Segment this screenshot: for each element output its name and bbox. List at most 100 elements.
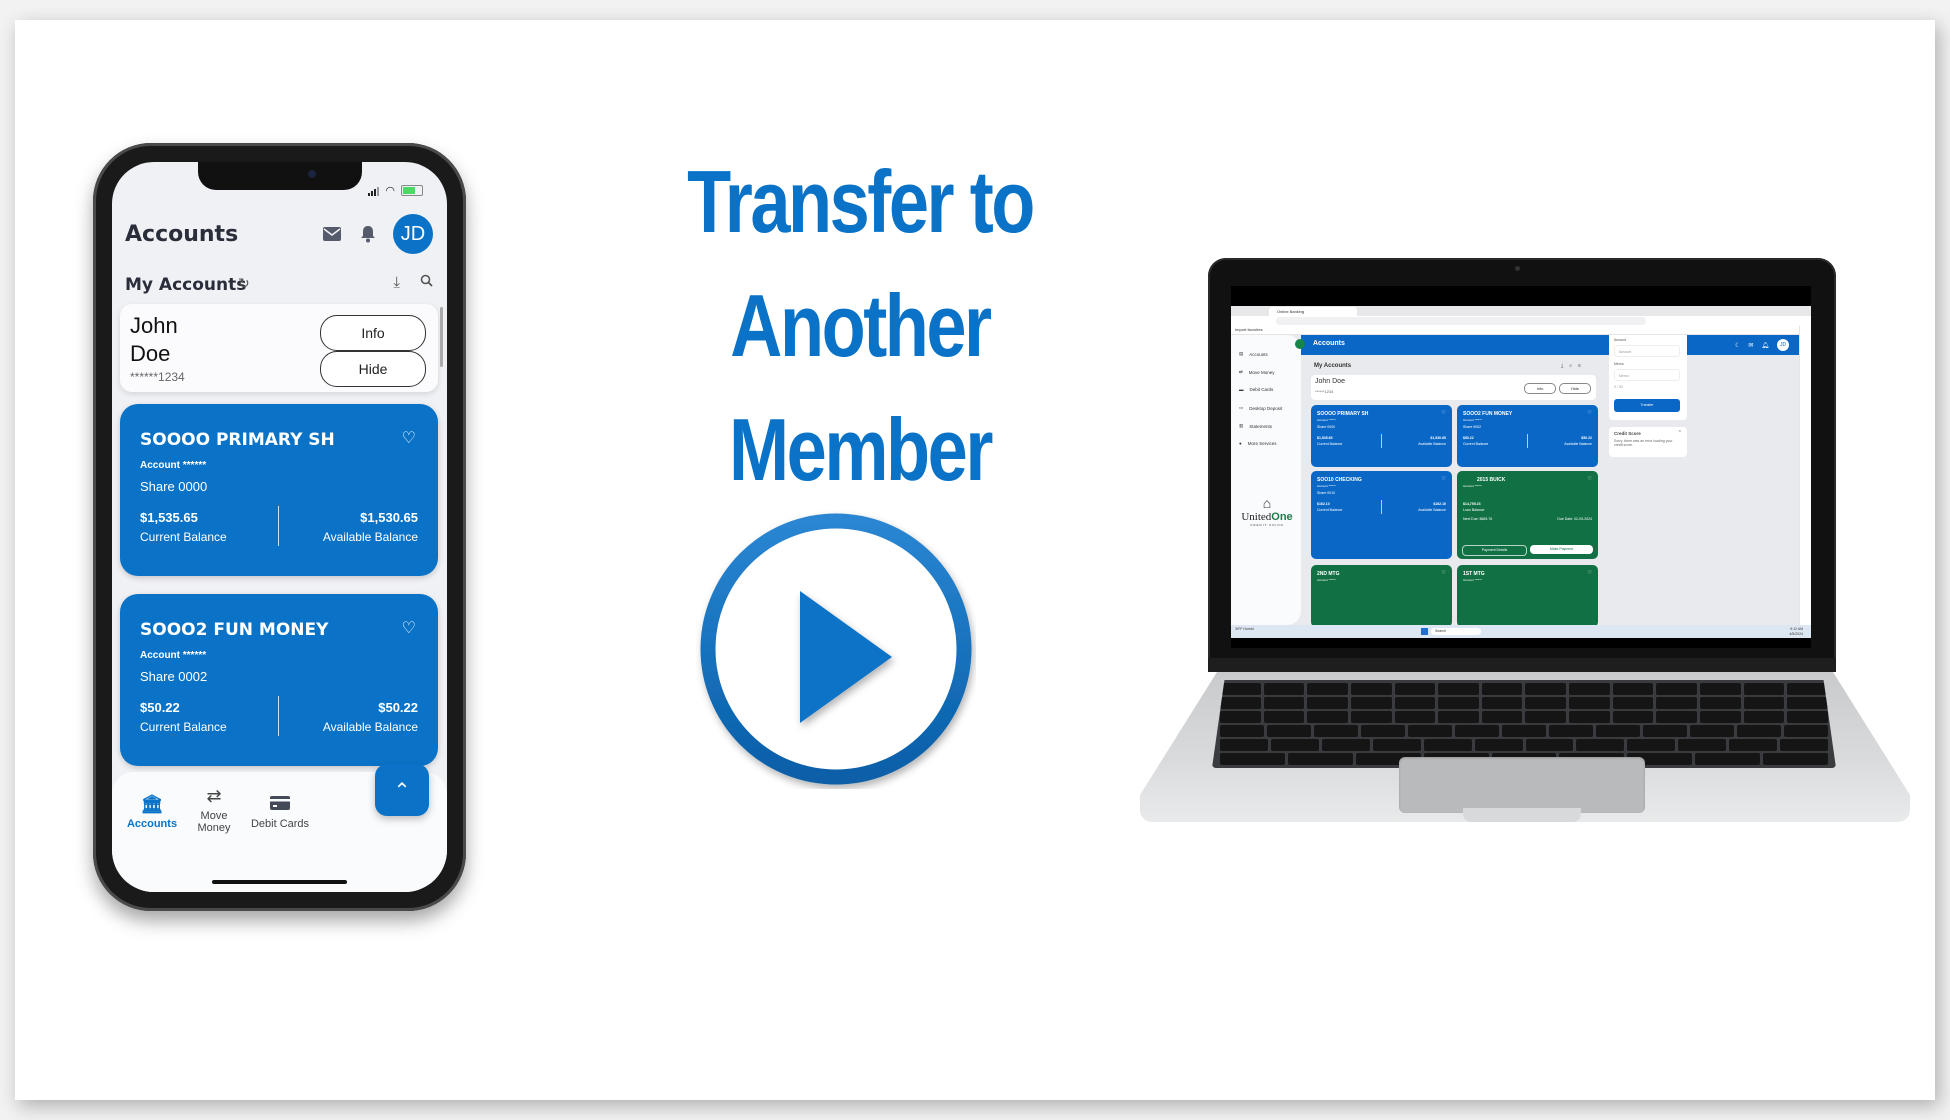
key <box>1787 697 1828 709</box>
loan-card[interactable]: 1ST MTG ♡ Account ****** <box>1457 565 1598 627</box>
bell-icon[interactable]: 🔔︎ <box>1761 342 1769 349</box>
sidebar: ▤ Accounts ⇄ Move Money ▬ Debit Cards ▭ Desk… <box>1231 335 1301 625</box>
favorites-bar[interactable]: Import favorites <box>1231 326 1811 335</box>
key <box>1263 683 1305 695</box>
key <box>1481 697 1523 709</box>
header-title: Accounts <box>1313 340 1345 347</box>
avatar[interactable]: JD <box>1777 339 1789 351</box>
share-label: Share 0000 <box>140 479 208 494</box>
sidebar-item-accounts[interactable]: ▤ Accounts <box>1239 351 1268 357</box>
phone-notch <box>198 162 362 190</box>
memo-input[interactable]: Memo <box>1614 369 1680 381</box>
hide-button[interactable]: Hide <box>320 351 426 387</box>
heart-icon[interactable]: ♡ <box>1588 476 1592 482</box>
key <box>1525 683 1567 695</box>
webcam <box>1515 266 1520 271</box>
transfer-panel: Amount Amount Memo Memo 0 / 30 Transfer <box>1609 335 1687 420</box>
key <box>1549 725 1593 737</box>
account-card[interactable]: SOOOO PRIMARY SH ♡ Account ****** Share 0… <box>1311 405 1452 467</box>
key <box>1220 725 1264 737</box>
browser-tab[interactable]: Online Banking <box>1269 307 1357 316</box>
account-card[interactable]: SOOO2 FUN MONEY ♡ Account ****** Share 0… <box>120 594 438 766</box>
collapse-sidebar-button[interactable] <box>1295 339 1305 349</box>
key <box>1525 711 1567 723</box>
heart-icon[interactable]: ♡ <box>1442 570 1446 576</box>
taskbar-search[interactable]: Search <box>1431 628 1481 635</box>
logo-subtitle: CREDIT UNION <box>1250 523 1284 527</box>
play-button[interactable] <box>696 509 976 789</box>
expand-button[interactable]: ⌃ <box>375 764 429 816</box>
sidebar-item-debit-cards[interactable]: ▬ Debit Cards <box>1239 387 1273 392</box>
tab-debit-cards[interactable]: Debit Cards <box>240 794 320 830</box>
current-balance-label: Current Balance <box>140 530 227 544</box>
available-balance: $1,530.65 <box>360 510 418 525</box>
sidebar-item-more-services[interactable]: ● More Services <box>1239 441 1276 446</box>
search-icon[interactable] <box>420 274 433 291</box>
heart-icon[interactable]: ♡ <box>1588 570 1592 576</box>
member-name: John Doe <box>130 312 190 368</box>
loan-balance: $14,759.23 <box>1463 502 1481 506</box>
heart-icon[interactable]: ♡ <box>402 428 416 448</box>
account-card[interactable]: SOO10 CHECKING ♡ Account ****** Share 001… <box>1311 471 1452 559</box>
menu-icon[interactable]: ≡ <box>1578 363 1581 369</box>
play-icon <box>700 513 972 785</box>
tab-label: Accounts <box>126 818 178 830</box>
heart-icon[interactable]: ♡ <box>402 618 416 638</box>
key <box>1743 683 1785 695</box>
member-name: John Doe <box>1315 378 1345 385</box>
check-deposit-icon: ▭ <box>1239 405 1244 410</box>
chevron-up-icon[interactable]: ⌃ <box>1678 430 1682 436</box>
address-bar[interactable] <box>1276 317 1646 325</box>
sidebar-item-move-money[interactable]: ⇄ Move Money <box>1239 369 1275 375</box>
key <box>1220 711 1261 723</box>
payment-details-button[interactable]: Payment Details <box>1462 545 1527 556</box>
key <box>1321 739 1370 751</box>
make-payment-button[interactable]: Make Payment <box>1530 545 1593 554</box>
heart-icon[interactable]: ♡ <box>1442 410 1446 416</box>
refresh-icon[interactable]: ↻ <box>238 275 250 292</box>
phone-mockup: ◠ Accounts JD My Accounts ↻ ⤓ John Doe **… <box>93 143 466 911</box>
weather-widget[interactable]: 39°F Humid <box>1235 627 1254 632</box>
account-label: Account ****** <box>140 650 207 661</box>
mail-icon[interactable]: ✉ <box>1748 342 1753 349</box>
sidebar-item-statements[interactable]: ▥ Statements <box>1239 423 1272 429</box>
account-card[interactable]: SOOOO PRIMARY SH ♡ Account ****** Share … <box>120 404 438 576</box>
house-logo-icon: ⌂ <box>1262 495 1272 511</box>
mail-icon[interactable] <box>321 223 343 245</box>
current-balance-label: Current Balance <box>1317 508 1343 512</box>
statement-icon: ▥ <box>1239 423 1244 428</box>
key <box>1423 739 1472 751</box>
loan-card[interactable]: 2ND MTG ♡ Account ****** <box>1311 565 1452 627</box>
info-button[interactable]: Info <box>320 315 426 351</box>
loan-balance-label: Loan Balance <box>1463 508 1485 512</box>
page-title: Accounts <box>125 222 239 247</box>
key <box>1678 739 1727 751</box>
key <box>1350 711 1392 723</box>
info-button[interactable]: Info <box>1524 383 1556 394</box>
title-line: Member <box>729 400 993 499</box>
windows-start-icon[interactable] <box>1421 628 1428 635</box>
heart-icon[interactable]: ♡ <box>1442 476 1446 482</box>
transfer-button[interactable]: Transfer <box>1614 399 1680 412</box>
key <box>1627 739 1676 751</box>
sidebar-label: More Services <box>1247 441 1277 446</box>
download-icon[interactable]: ⤓ <box>393 274 400 291</box>
heart-icon[interactable]: ♡ <box>1588 410 1592 416</box>
dark-mode-icon[interactable]: ☾ <box>1735 342 1740 349</box>
phone-screen: ◠ Accounts JD My Accounts ↻ ⤓ John Doe **… <box>112 162 447 892</box>
key <box>1394 711 1436 723</box>
scrollbar[interactable] <box>440 307 443 367</box>
bell-icon[interactable] <box>357 223 379 245</box>
sidebar-item-desktop-deposit[interactable]: ▭ Desktop Deposit <box>1239 405 1282 411</box>
amount-input[interactable]: Amount <box>1614 345 1680 357</box>
loan-card[interactable]: 2015 BUICK ♡ Account ****** $14,759.23 Loa… <box>1457 471 1598 559</box>
credit-score-error: Sorry, there was an error loading your c… <box>1614 439 1673 447</box>
hide-button[interactable]: Hide <box>1559 383 1591 394</box>
clock-date: 4/5/2024 <box>1789 631 1803 636</box>
key <box>1787 711 1828 723</box>
download-icon[interactable]: ⤓ <box>1561 363 1563 369</box>
key <box>1350 683 1392 695</box>
account-card[interactable]: SOOO2 FUN MONEY ♡ Account ****** Share 00… <box>1457 405 1598 467</box>
search-icon[interactable]: ⌕ <box>1569 363 1572 369</box>
avatar[interactable]: JD <box>393 214 433 254</box>
